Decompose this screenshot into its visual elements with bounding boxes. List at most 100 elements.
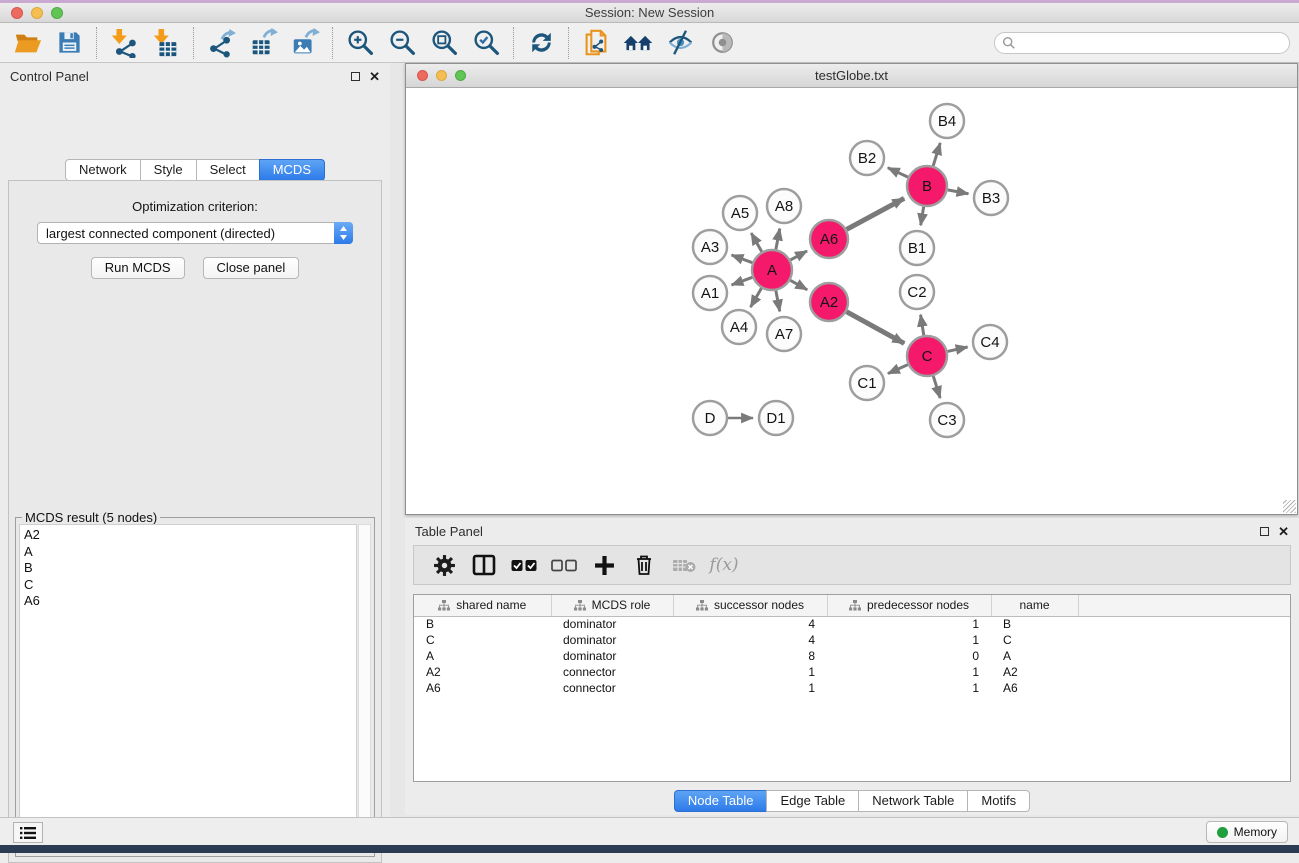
close-table-panel-icon[interactable]: ✕ [1278, 525, 1289, 538]
column-header-predecessor-nodes[interactable]: predecessor nodes [827, 595, 991, 616]
graph-edge-A-A1[interactable] [732, 277, 753, 285]
graph-edge-C-C4[interactable] [947, 347, 967, 351]
graph-node-B[interactable]: B [907, 166, 947, 206]
table-cell[interactable]: C [414, 632, 551, 648]
table-cell[interactable]: A6 [991, 680, 1078, 696]
mcds-result-item[interactable]: A [24, 544, 352, 561]
table-row[interactable]: Cdominator41C [414, 632, 1290, 648]
graph-edge-C-C2[interactable] [921, 315, 924, 336]
mcds-result-item[interactable]: A6 [24, 593, 352, 610]
graph-edge-A-A4[interactable] [751, 288, 762, 307]
save-session-button[interactable] [48, 25, 90, 61]
table-cell[interactable]: 1 [827, 680, 991, 696]
table-cell[interactable]: connector [551, 664, 673, 680]
graph-node-A4[interactable]: A4 [722, 310, 756, 344]
graph-edge-A-A2[interactable] [790, 280, 807, 289]
table-cell[interactable]: A [991, 648, 1078, 664]
table-row[interactable]: A6connector11A6 [414, 680, 1290, 696]
table-row[interactable]: A2connector11A2 [414, 664, 1290, 680]
graph-edge-A-A5[interactable] [751, 233, 761, 252]
graph-edge-C-C3[interactable] [933, 376, 940, 398]
graph-node-C[interactable]: C [907, 336, 947, 376]
import-table-button[interactable] [145, 25, 187, 61]
table-cell[interactable]: 4 [673, 616, 827, 632]
table-cell[interactable]: A2 [991, 664, 1078, 680]
open-session-button[interactable] [6, 25, 48, 61]
function-builder-button[interactable]: f(x) [704, 548, 744, 582]
graph-edge-A2-C[interactable] [847, 312, 905, 344]
graph-edge-B-B3[interactable] [948, 190, 969, 194]
graph-edge-A-A8[interactable] [776, 229, 780, 250]
graph-node-B4[interactable]: B4 [930, 104, 964, 138]
table-row[interactable]: Adominator80A [414, 648, 1290, 664]
graph-edge-B-B2[interactable] [888, 168, 908, 177]
select-all-button[interactable] [504, 548, 544, 582]
tab-node-table[interactable]: Node Table [674, 790, 768, 812]
graph-node-B3[interactable]: B3 [974, 181, 1008, 215]
graph-node-A8[interactable]: A8 [767, 189, 801, 223]
first-neighbors-button[interactable] [617, 25, 659, 61]
show-column-button[interactable] [464, 548, 504, 582]
tab-style[interactable]: Style [140, 159, 197, 181]
table-cell[interactable]: A2 [414, 664, 551, 680]
tab-motifs[interactable]: Motifs [967, 790, 1030, 812]
frame-resize-handle[interactable] [1283, 500, 1296, 513]
table-cell[interactable]: 8 [673, 648, 827, 664]
run-mcds-button[interactable]: Run MCDS [91, 257, 185, 279]
graph-edge-C-C1[interactable] [888, 365, 908, 374]
table-row[interactable]: Bdominator41B [414, 616, 1290, 632]
zoom-fit-button[interactable] [423, 25, 465, 61]
graph-edge-A-A7[interactable] [776, 291, 780, 312]
delete-column-button[interactable] [624, 548, 664, 582]
table-cell[interactable]: 1 [673, 680, 827, 696]
graph-node-C2[interactable]: C2 [900, 275, 934, 309]
export-image-button[interactable] [284, 25, 326, 61]
graph-node-A1[interactable]: A1 [693, 276, 727, 310]
graph-edge-A-A3[interactable] [732, 255, 753, 263]
zoom-out-button[interactable] [381, 25, 423, 61]
graph-node-C1[interactable]: C1 [850, 366, 884, 400]
delete-table-button[interactable] [664, 548, 704, 582]
table-cell[interactable]: dominator [551, 632, 673, 648]
table-cell[interactable]: B [414, 616, 551, 632]
float-table-panel-icon[interactable] [1260, 527, 1269, 536]
graph-node-C4[interactable]: C4 [973, 325, 1007, 359]
graph-node-A3[interactable]: A3 [693, 230, 727, 264]
mcds-result-item[interactable]: B [24, 560, 352, 577]
tab-select[interactable]: Select [196, 159, 260, 181]
zoom-selected-button[interactable] [465, 25, 507, 61]
table-cell[interactable]: connector [551, 680, 673, 696]
column-header-successor-nodes[interactable]: successor nodes [673, 595, 827, 616]
graph-node-A7[interactable]: A7 [767, 317, 801, 351]
table-cell[interactable]: dominator [551, 616, 673, 632]
table-cell[interactable]: 1 [673, 664, 827, 680]
table-cell[interactable]: dominator [551, 648, 673, 664]
refresh-button[interactable] [520, 25, 562, 61]
hide-selected-button[interactable] [659, 25, 701, 61]
graph-edge-A6-B[interactable] [847, 198, 905, 229]
network-canvas[interactable]: B4B2BB3A5A8A6A3B1AA1C2A2A4A7C4CC1DD1C3 [406, 88, 1297, 514]
tab-edge-table[interactable]: Edge Table [766, 790, 859, 812]
column-header-MCDS-role[interactable]: MCDS role [551, 595, 673, 616]
export-network-button[interactable] [200, 25, 242, 61]
export-table-button[interactable] [242, 25, 284, 61]
tab-network-table[interactable]: Network Table [858, 790, 968, 812]
table-cell[interactable]: A [414, 648, 551, 664]
graph-node-A2[interactable]: A2 [810, 283, 848, 321]
mcds-result-item[interactable]: A2 [24, 527, 352, 544]
table-cell[interactable]: 0 [827, 648, 991, 664]
tab-mcds[interactable]: MCDS [259, 159, 325, 181]
close-panel-button[interactable]: Close panel [203, 257, 300, 279]
node-table[interactable]: shared nameMCDS rolesuccessor nodesprede… [413, 594, 1291, 782]
graph-node-A6[interactable]: A6 [810, 220, 848, 258]
mcds-result-list[interactable]: A2ABCA6 [19, 524, 357, 853]
column-header-name[interactable]: name [991, 595, 1078, 616]
float-panel-icon[interactable] [351, 72, 360, 81]
deselect-all-button[interactable] [544, 548, 584, 582]
graph-node-A[interactable]: A [752, 250, 792, 290]
create-column-button[interactable] [584, 548, 624, 582]
show-all-button[interactable] [701, 25, 743, 61]
table-cell[interactable]: B [991, 616, 1078, 632]
graph-node-D[interactable]: D [693, 401, 727, 435]
mcds-result-scrollbar[interactable] [358, 524, 371, 853]
